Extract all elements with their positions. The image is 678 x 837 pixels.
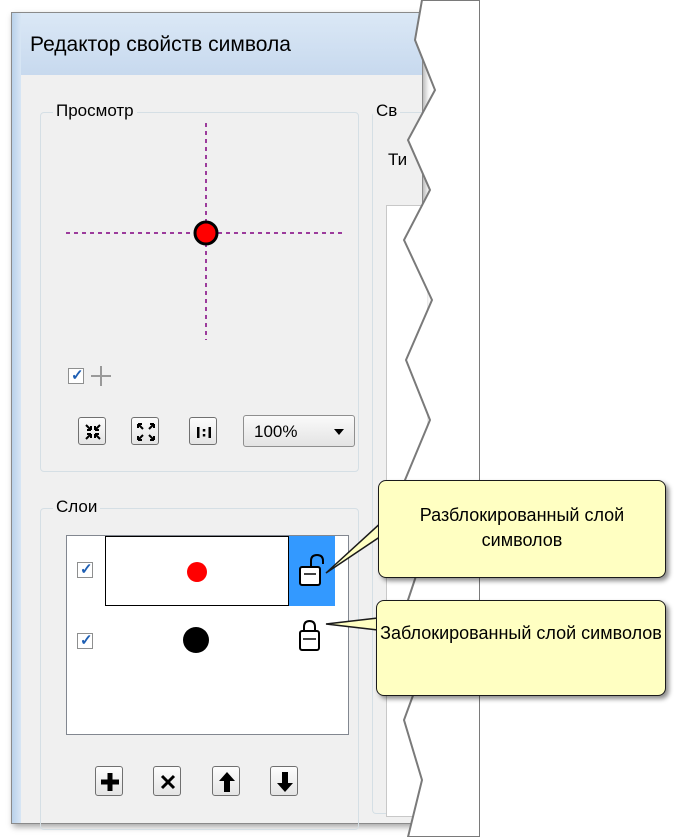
unlocked-layer-callout-text: Разблокированный слой символов	[419, 505, 625, 550]
locked-layer-callout: Заблокированный слой символов	[376, 600, 666, 696]
locked-layer-callout-text: Заблокированный слой символов	[380, 623, 662, 643]
callout-pointers	[325, 519, 405, 631]
unlocked-layer-callout: Разблокированный слой символов	[378, 480, 666, 578]
screenshot-stage: Редактор свойств символа Просмотр Св Ти …	[0, 0, 678, 837]
